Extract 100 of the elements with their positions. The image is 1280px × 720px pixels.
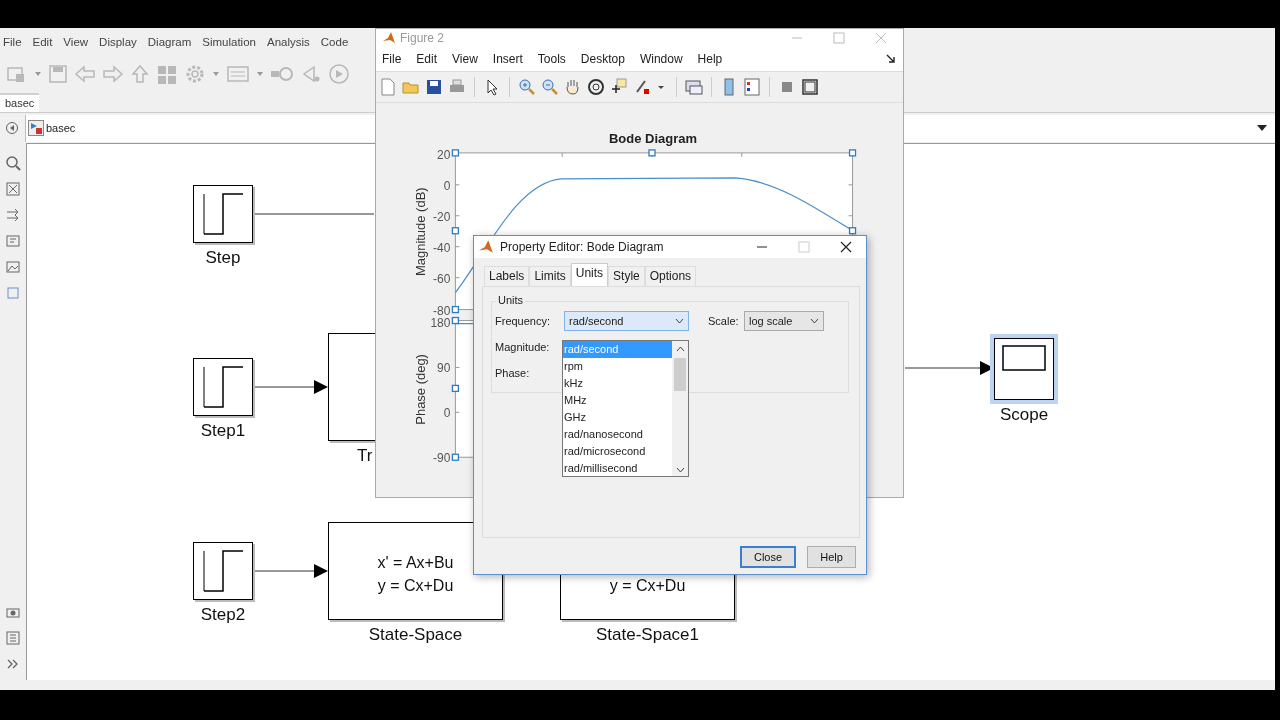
tick-label: -90 bbox=[433, 451, 451, 466]
step-icon bbox=[201, 364, 245, 410]
menu-item[interactable]: File bbox=[3, 35, 22, 48]
tab[interactable]: Units bbox=[570, 263, 609, 286]
block-label: Step bbox=[204, 248, 242, 268]
menu-item[interactable]: Analysis bbox=[266, 35, 310, 48]
dropdown-option[interactable]: kHz bbox=[563, 375, 672, 392]
tab[interactable]: Options bbox=[644, 266, 697, 286]
axis-label: Magnitude (dB) bbox=[413, 187, 429, 276]
window-title: Figure 2 bbox=[400, 31, 445, 45]
matlab-logo-icon bbox=[478, 239, 494, 255]
scroll-up-icon[interactable] bbox=[675, 346, 685, 352]
legend-icon[interactable] bbox=[742, 76, 762, 97]
menu-item[interactable]: View bbox=[452, 51, 478, 66]
zoom-out-icon[interactable] bbox=[540, 76, 560, 97]
menu-item[interactable]: View bbox=[63, 35, 89, 48]
dropdown-option[interactable]: MHz bbox=[563, 392, 672, 409]
window-icon[interactable] bbox=[800, 76, 820, 97]
scroll-thumb[interactable] bbox=[674, 358, 686, 391]
axis-label: Phase (deg) bbox=[413, 353, 429, 425]
equation-text: y = Cx+Du bbox=[377, 576, 454, 596]
menu-item[interactable]: Window bbox=[639, 51, 683, 66]
scroll-down-icon[interactable] bbox=[675, 467, 685, 473]
menu-item[interactable]: Display bbox=[99, 35, 137, 48]
block-label: State-Space1 bbox=[595, 625, 700, 645]
menu-item[interactable]: Diagram bbox=[147, 35, 192, 48]
maximize-icon bbox=[798, 241, 810, 253]
menu-item[interactable]: Insert bbox=[492, 51, 523, 66]
arrows-icon[interactable] bbox=[5, 207, 21, 223]
plot-title: Bode Diagram bbox=[609, 130, 697, 146]
back-icon[interactable] bbox=[5, 121, 19, 135]
dialog-button[interactable]: Close bbox=[740, 546, 796, 568]
menu-item[interactable]: Edit bbox=[32, 35, 53, 48]
close-icon[interactable] bbox=[840, 241, 852, 253]
dropdown-option[interactable]: rad/nanosecond bbox=[563, 426, 672, 443]
dialog-button[interactable]: Help bbox=[807, 546, 856, 568]
zoom-icon[interactable] bbox=[5, 155, 21, 171]
menu-item[interactable]: Edit bbox=[416, 51, 438, 66]
dialog-title: Property Editor: Bode Diagram bbox=[500, 240, 664, 254]
menu-item[interactable]: Desktop bbox=[580, 51, 625, 66]
dock-icon[interactable] bbox=[886, 54, 895, 64]
field-label: Magnitude: bbox=[495, 341, 551, 353]
selection-handle[interactable] bbox=[451, 384, 460, 392]
menu-item[interactable]: Help bbox=[697, 51, 723, 66]
list-icon[interactable] bbox=[5, 630, 21, 646]
frequency-dropdown[interactable]: rad/second bbox=[564, 311, 689, 331]
dropdown-option[interactable]: rad/millisecond bbox=[563, 460, 672, 477]
menu-item[interactable]: Code bbox=[320, 35, 349, 48]
tick-label: -80 bbox=[433, 303, 451, 318]
model-tab[interactable]: basec bbox=[0, 93, 40, 112]
menu-item[interactable]: Tools bbox=[537, 51, 566, 66]
model-icon bbox=[28, 120, 44, 136]
step-block[interactable] bbox=[193, 185, 253, 243]
block-label: Scope bbox=[998, 405, 1050, 425]
tab[interactable]: Labels bbox=[484, 266, 530, 286]
selection-handle[interactable] bbox=[451, 226, 460, 235]
selection-handle[interactable] bbox=[848, 226, 857, 235]
zoom-in-icon[interactable] bbox=[517, 76, 537, 97]
menu-item[interactable]: File bbox=[382, 51, 402, 66]
tab[interactable]: Limits bbox=[529, 266, 571, 286]
screen-icon bbox=[1002, 345, 1046, 371]
step-block[interactable] bbox=[193, 542, 253, 600]
selection-handle[interactable] bbox=[451, 453, 460, 461]
selection-handle[interactable] bbox=[648, 149, 656, 157]
step-icon bbox=[201, 191, 245, 237]
block-label: State-Space bbox=[367, 625, 464, 645]
selection-handle[interactable] bbox=[848, 149, 857, 157]
tick-label: 0 bbox=[443, 178, 451, 193]
tick-label: -20 bbox=[433, 209, 451, 224]
dropdown-option[interactable]: rpm bbox=[563, 358, 672, 375]
field-label: Frequency: bbox=[495, 315, 552, 327]
tick-label: -40 bbox=[433, 240, 451, 255]
rotate-icon[interactable] bbox=[586, 76, 606, 97]
text-icon[interactable] bbox=[5, 233, 21, 249]
selection-handle[interactable] bbox=[451, 149, 460, 157]
tick-label: 180 bbox=[430, 315, 451, 330]
step-block[interactable] bbox=[193, 358, 253, 416]
tab[interactable]: Style bbox=[608, 266, 645, 286]
scrollbar[interactable] bbox=[672, 341, 688, 476]
image-icon[interactable] bbox=[5, 259, 21, 275]
tick-label: 90 bbox=[437, 361, 451, 376]
group-label: Units bbox=[496, 294, 526, 306]
dropdown-option[interactable]: rad/microsecond bbox=[563, 443, 672, 460]
equation-text: x' = Ax+Bu bbox=[377, 553, 454, 573]
tick-label: 0 bbox=[443, 406, 451, 421]
block-label: Step2 bbox=[199, 605, 247, 625]
menu-item[interactable]: Simulation bbox=[202, 35, 256, 48]
new-file-icon[interactable] bbox=[378, 76, 398, 97]
block-label: Tr bbox=[357, 446, 373, 466]
step-icon bbox=[201, 548, 245, 594]
tick-label: -60 bbox=[433, 271, 451, 286]
breadcrumb[interactable]: basec bbox=[46, 122, 76, 134]
field-label: Scale: bbox=[708, 315, 740, 327]
state-space-block[interactable]: x' = Ax+Bu y = Cx+Du bbox=[328, 522, 503, 620]
fit-icon[interactable] bbox=[5, 181, 21, 197]
caret-icon[interactable] bbox=[1257, 125, 1267, 131]
dropdown-option[interactable]: GHz bbox=[563, 409, 672, 426]
chevron-down-icon bbox=[810, 318, 819, 324]
scale-dropdown[interactable]: log scale bbox=[744, 311, 824, 331]
block-label: Step1 bbox=[199, 421, 247, 441]
